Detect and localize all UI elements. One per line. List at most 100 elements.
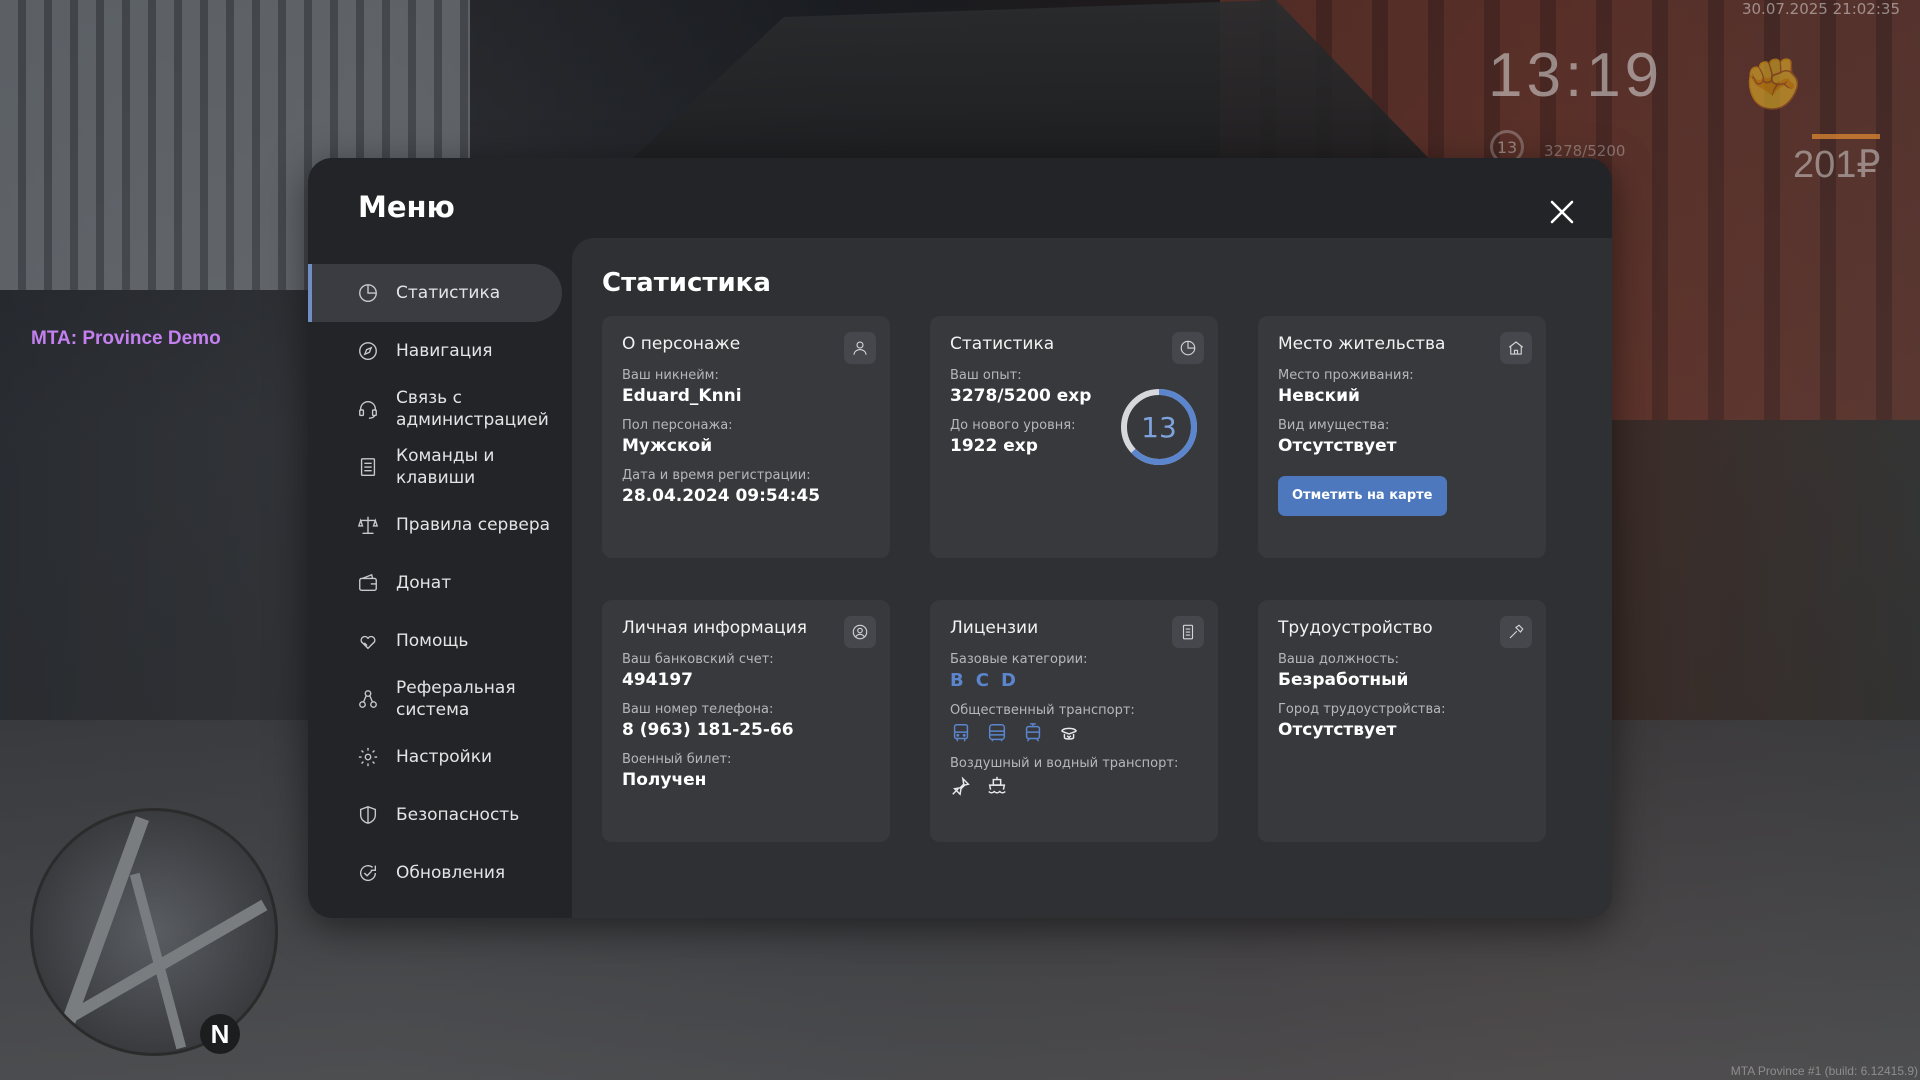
mark-on-map-button[interactable]: Отметить на карте [1278, 476, 1447, 516]
sidebar-item-donate[interactable]: Донат [308, 554, 566, 612]
compass-icon [356, 339, 380, 363]
license-category-c: C [975, 670, 989, 691]
document-list-icon [356, 455, 380, 479]
chart-pie-icon [356, 281, 380, 305]
job-position-value: Безработный [1278, 670, 1409, 690]
hud-money: 201₽ [1793, 144, 1881, 186]
card-residence: Место жительства Место проживания: Невск… [1258, 316, 1546, 558]
user-icon [844, 332, 876, 364]
license-category-d: D [1000, 670, 1016, 691]
hud-level: 13 [1496, 137, 1518, 157]
headset-icon [356, 397, 380, 421]
house-icon [1500, 332, 1532, 364]
card-employment: Трудоустройство Ваша должность: Безработ… [1258, 600, 1546, 842]
card-personal-info: Личная информация Ваш банковский счет: 4… [602, 600, 890, 842]
card-stats: Статистика Ваш опыт: 3278/5200 exp До но… [930, 316, 1218, 558]
field-label: Общественный транспорт: [950, 703, 1135, 718]
content-panel: Статистика О персонаже Ваш никнейм: Edua… [572, 238, 1612, 918]
close-button[interactable] [1544, 194, 1580, 230]
field-label: Военный билет: [622, 752, 732, 767]
military-id-value: Получен [622, 770, 707, 790]
sidebar-item-admin-contact[interactable]: Связь с администрацией [308, 380, 566, 438]
card-licenses: Лицензии Базовые категории: B C D Общест… [930, 600, 1218, 842]
minimap [30, 808, 278, 1056]
hammer-icon [1500, 616, 1532, 648]
field-label: Вид имущества: [1278, 418, 1390, 433]
gender-value: Мужской [622, 436, 713, 456]
level-progress-ring: 13 [1118, 386, 1200, 468]
sidebar-item-referral[interactable]: Реферальная система [308, 670, 566, 728]
modal-title: Меню [358, 190, 455, 224]
card-title: Личная информация [622, 618, 808, 638]
field-label: Место проживания: [1278, 368, 1414, 383]
property-value: Отсутствует [1278, 436, 1397, 456]
taxi-cap-icon [1058, 722, 1080, 744]
sidebar-item-label: Навигация [396, 341, 493, 361]
menu-modal: Меню Статистика Навигация Связь с админи… [308, 158, 1612, 918]
sidebar-item-label: Обновления [396, 863, 506, 883]
sidebar-item-help[interactable]: Помощь [308, 612, 566, 670]
hud-clock: 13:19 [1488, 41, 1664, 110]
field-label: Ваш номер телефона: [622, 702, 774, 717]
sidebar-item-label: Команды и клавиши [396, 446, 495, 488]
hud-datetime: 30.07.2025 21:02:35 [1741, 0, 1900, 18]
field-label: Пол персонажа: [622, 418, 733, 433]
nickname-value: Eduard_Knni [622, 386, 742, 406]
id-card-icon [1172, 616, 1204, 648]
sidebar-item-settings[interactable]: Настройки [308, 728, 566, 786]
field-label: Ваш банковский счет: [622, 652, 774, 667]
regdate-value: 28.04.2024 09:54:45 [622, 486, 821, 506]
sidebar-item-updates[interactable]: Обновления [308, 844, 566, 902]
card-title: Место жительства [1278, 334, 1446, 354]
sidebar: Статистика Навигация Связь с администрац… [308, 264, 566, 902]
people-network-icon [356, 687, 380, 711]
ship-icon [986, 775, 1008, 797]
content-title: Статистика [602, 268, 771, 298]
license-categories: B C D [950, 670, 1198, 691]
level-number: 13 [1141, 410, 1177, 444]
field-label: Ваш никнейм: [622, 368, 719, 383]
sidebar-item-statistics[interactable]: Статистика [308, 264, 562, 322]
field-label: Ваш опыт: [950, 368, 1022, 383]
close-icon [1550, 200, 1574, 224]
sidebar-item-label: Настройки [396, 747, 493, 767]
hud-money-bar [1812, 134, 1880, 139]
card-character: О персонаже Ваш никнейм: Eduard_Knni Пол… [602, 316, 890, 558]
wallet-icon [356, 571, 380, 595]
sidebar-item-navigation[interactable]: Навигация [308, 322, 566, 380]
card-title: О персонаже [622, 334, 741, 354]
minimap-north-marker: N [200, 1014, 240, 1054]
fist-icon: ✊ [1742, 55, 1805, 113]
card-title: Лицензии [950, 618, 1039, 638]
refresh-check-icon [356, 861, 380, 885]
tram-icon [1022, 722, 1044, 744]
field-label: Город трудоустройства: [1278, 702, 1446, 717]
bus-front-icon [986, 722, 1008, 744]
license-category-b: B [950, 670, 964, 691]
chart-pie-icon [1172, 332, 1204, 364]
sidebar-item-commands[interactable]: Команды и клавиши [308, 438, 566, 496]
handshake-heart-icon [356, 629, 380, 653]
sidebar-item-security[interactable]: Безопасность [308, 786, 566, 844]
card-title: Статистика [950, 334, 1055, 354]
sidebar-item-server-rules[interactable]: Правила сервера [308, 496, 566, 554]
server-title: MTA: Province Demo [31, 328, 221, 349]
employment-city-value: Отсутствует [1278, 720, 1397, 740]
sidebar-item-label: Реферальная система [396, 678, 516, 720]
airplane-icon [950, 775, 972, 797]
sidebar-item-label: Связь с администрацией [396, 388, 549, 430]
shield-icon [356, 803, 380, 827]
public-transport-icons [950, 722, 1198, 744]
sidebar-item-label: Помощь [396, 631, 469, 651]
build-info: MTA Province #1 (build: 6.12415.9) [1730, 1064, 1918, 1078]
field-label: Воздушный и водный транспорт: [950, 756, 1179, 771]
scales-icon [356, 513, 380, 537]
sidebar-item-label: Донат [396, 573, 452, 593]
residence-value: Невский [1278, 386, 1360, 406]
phone-value: 8 (963) 181-25-66 [622, 720, 794, 740]
sidebar-item-label: Безопасность [396, 805, 520, 825]
sidebar-item-label: Статистика [396, 283, 501, 303]
bus-icon [950, 722, 972, 744]
field-label: Дата и время регистрации: [622, 468, 811, 483]
sidebar-item-label: Правила сервера [396, 515, 551, 535]
